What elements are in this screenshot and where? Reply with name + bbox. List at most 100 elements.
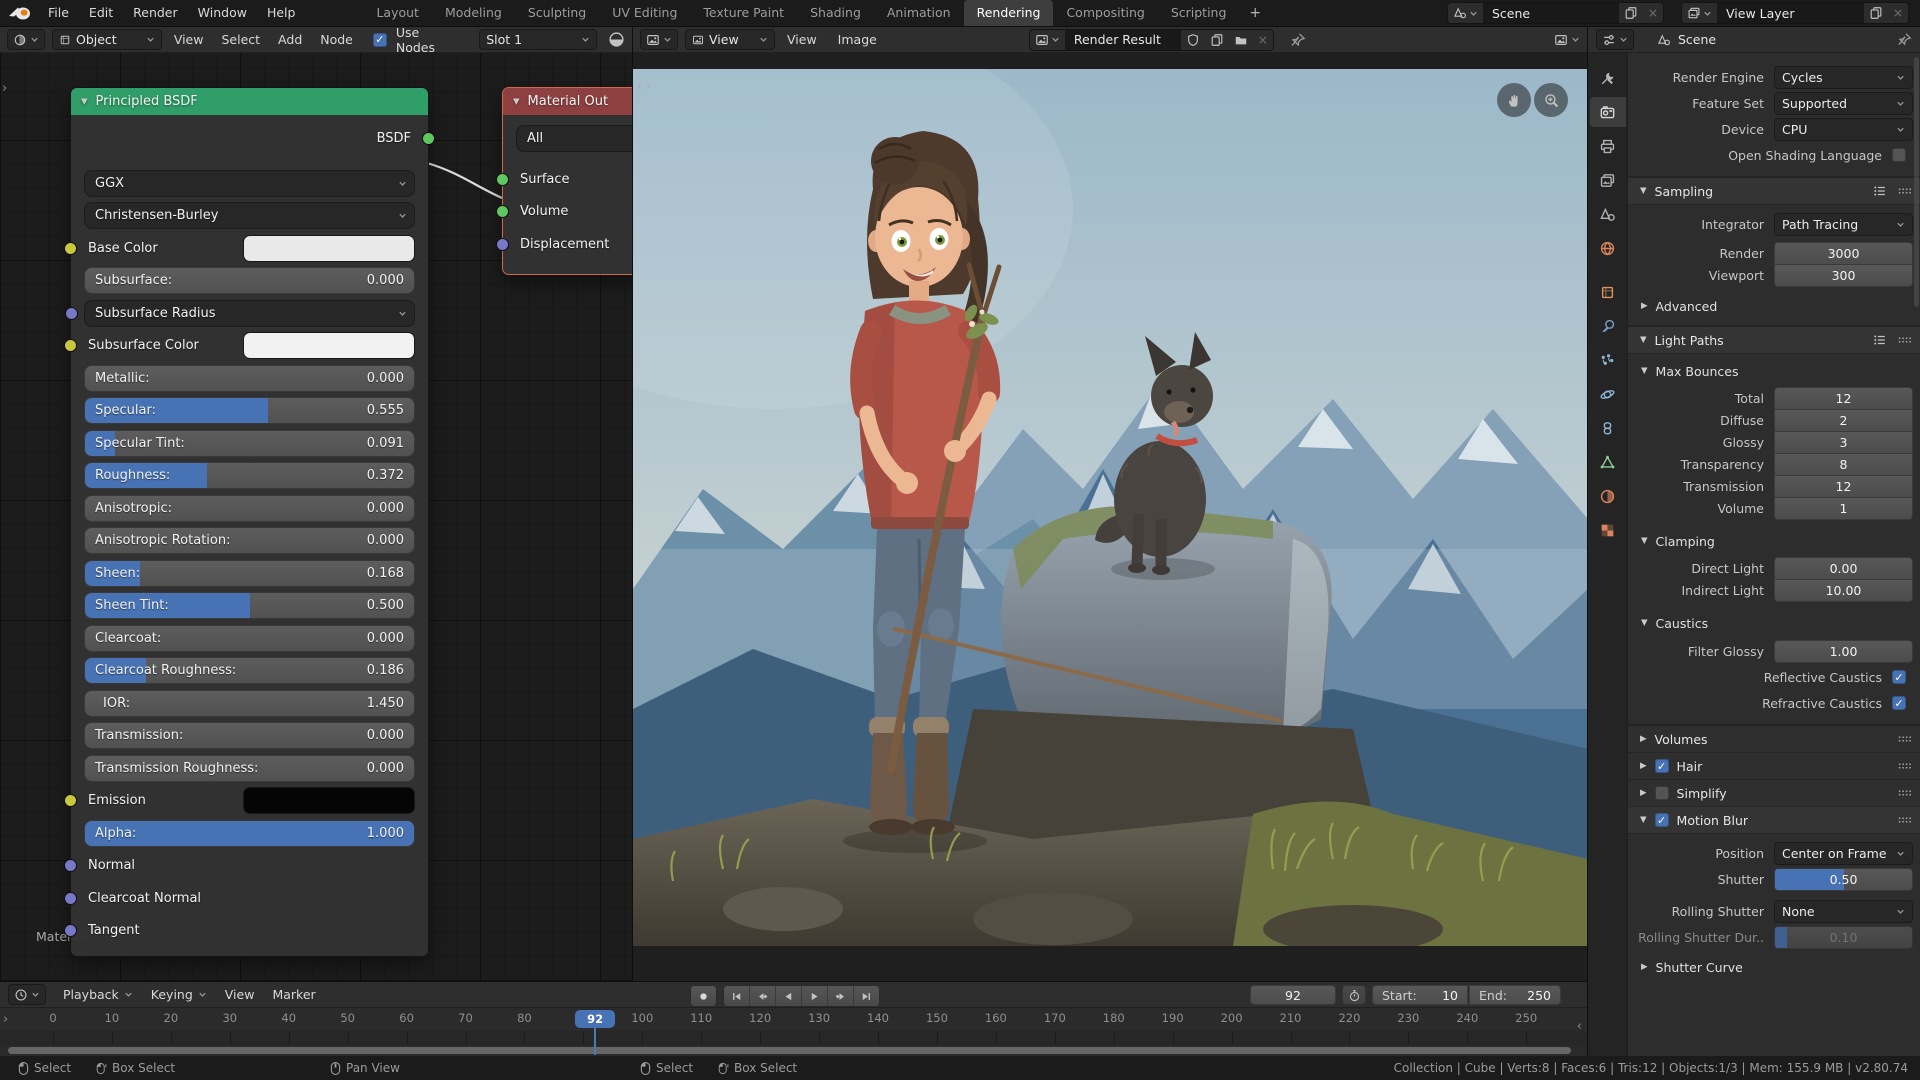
timeline-scrollbar[interactable] [8,1047,1571,1054]
node-output-bsdf[interactable]: BSDF [84,125,415,152]
grip-icon[interactable] [1897,759,1911,773]
slot-dropdown[interactable]: Slot 1 [479,29,597,50]
node-input-christensen-burley[interactable]: Christensen-Burley [84,202,415,229]
preset-icon[interactable] [1873,184,1887,198]
view-layer-name[interactable]: View Layer [1717,3,1864,23]
properties-tab-viewlayer[interactable] [1590,165,1626,195]
feature-set-dropdown[interactable]: Supported [1774,92,1913,115]
max-bounces-subpanel[interactable]: ▼Max Bounces [1628,359,1920,383]
scene-selector[interactable]: Scene × [1447,2,1664,24]
socket-volume[interactable] [496,205,509,218]
reflective-caustics-checkbox[interactable]: ✓ [1892,670,1906,684]
socket-subsurface-radius[interactable] [65,307,78,320]
image-browse-button[interactable] [1030,30,1065,50]
new-image-button[interactable] [1205,30,1229,50]
frame-end-field[interactable]: End:250 [1469,985,1561,1005]
node-input-specular-tint[interactable]: Specular Tint:0.091 [84,430,415,457]
properties-tab-texture[interactable] [1590,515,1626,545]
material-preview-icon[interactable] [608,31,625,48]
node-principled-bsdf[interactable]: ▼ Principled BSDF BSDF GGXChristensen-Bu… [70,87,429,957]
collapse-triangle-icon[interactable]: ▼ [81,97,88,107]
scene-unlink-button[interactable]: × [1643,3,1663,23]
menu-file[interactable]: File [38,0,79,26]
fake-user-button[interactable] [1181,30,1205,50]
clamping-subpanel[interactable]: ▼Clamping [1628,529,1920,553]
clamping-indirect-light-field[interactable]: 10.00 [1774,579,1913,602]
node-material-output[interactable]: ▼ Material Out All SurfaceVolumeDisplace… [502,87,632,275]
color-swatch[interactable] [243,235,415,262]
node-input-metallic[interactable]: Metallic:0.000 [84,365,415,392]
menu-image[interactable]: Image [829,32,886,47]
menu-view[interactable]: View [778,32,826,47]
workspace-tab-modeling[interactable]: Modeling [432,0,515,26]
menu-node[interactable]: Node [311,32,362,47]
workspace-tab-shading[interactable]: Shading [797,0,874,26]
playback-keyprev-button[interactable] [750,986,776,1006]
max-bounces-transparency-field[interactable]: 8 [1774,453,1913,476]
scene-copy-button[interactable] [1619,3,1643,23]
max-bounces-volume-field[interactable]: 1 [1774,497,1913,520]
osl-checkbox[interactable] [1892,148,1906,162]
playhead-badge[interactable]: 92 [575,1010,615,1028]
menu-add[interactable]: Add [269,32,311,47]
menu-marker[interactable]: Marker [263,987,324,1002]
integrator-dropdown[interactable]: Path Tracing [1774,213,1913,236]
grip-icon[interactable] [1897,333,1911,347]
node-input-sheen-tint[interactable]: Sheen Tint:0.500 [84,592,415,619]
playback-keynext-button[interactable] [828,986,854,1006]
max-bounces-transmission-field[interactable]: 12 [1774,475,1913,498]
zoom-gizmo[interactable] [1534,83,1568,117]
hair-checkbox[interactable]: ✓ [1655,759,1669,773]
properties-tab-output[interactable] [1590,131,1626,161]
properties-tab-object[interactable] [1590,277,1626,307]
pin-icon[interactable] [1897,32,1912,47]
socket-surface[interactable] [496,173,509,186]
socket-emission[interactable] [64,794,77,807]
node-input-transmission[interactable]: Transmission:0.000 [84,722,415,749]
socket-base-color[interactable] [64,242,77,255]
rolling-shutter-dur-slider[interactable]: 0.10 [1774,926,1913,949]
node-input-displacement[interactable]: Displacement [516,231,632,258]
samples-viewport-field[interactable]: 300 [1774,264,1913,287]
workspace-tab-animation[interactable]: Animation [874,0,964,26]
socket-displacement[interactable] [496,238,509,251]
properties-tab-world[interactable] [1590,233,1626,263]
editor-type-button[interactable] [1596,29,1634,50]
node-input-ggx[interactable]: GGX [84,170,415,197]
add-workspace-button[interactable]: + [1239,0,1271,26]
view-layer-browse-button[interactable] [1682,3,1717,23]
socket-tangent[interactable] [64,924,77,937]
properties-tab-render[interactable] [1590,97,1626,127]
workspace-tab-scripting[interactable]: Scripting [1158,0,1240,26]
menu-window[interactable]: Window [188,0,257,26]
grip-icon[interactable] [1897,732,1911,746]
scrollbar[interactable] [1914,57,1919,307]
menu-playback[interactable]: Playback [54,987,142,1002]
properties-tab-constraints[interactable] [1590,413,1626,443]
node-input-subsurface-color[interactable]: Subsurface Color [84,332,415,359]
unlink-image-button[interactable]: × [1253,30,1273,50]
image-name[interactable]: Render Result [1065,30,1181,50]
menu-help[interactable]: Help [257,0,306,26]
playback-playrev-button[interactable] [776,986,802,1006]
editor-type-button[interactable] [640,29,678,50]
grip-icon[interactable] [1897,184,1911,198]
display-channels-dropdown[interactable] [1554,33,1580,47]
scene-name[interactable]: Scene [1483,3,1619,23]
properties-tab-data[interactable] [1590,447,1626,477]
use-nodes-checkbox[interactable]: ✓ [373,33,387,47]
timeline-ruler[interactable]: 92 0102030405060708090100110120130140150… [0,1008,1587,1032]
shutter-curve-subpanel[interactable]: ▶Shutter Curve [1628,955,1920,979]
playhead-line[interactable] [594,1028,596,1055]
node-input-anisotropic[interactable]: Anisotropic:0.000 [84,495,415,522]
node-input-normal[interactable]: Normal [84,852,415,879]
pan-gizmo[interactable] [1497,83,1531,117]
node-input-roughness[interactable]: Roughness:0.372 [84,462,415,489]
current-frame-field[interactable]: 92 [1250,985,1336,1005]
section-hair[interactable]: ▶✓ Hair [1628,753,1920,780]
refractive-caustics-checkbox[interactable]: ✓ [1892,696,1906,710]
node-input-base-color[interactable]: Base Color [84,235,415,262]
menu-edit[interactable]: Edit [79,0,123,26]
record-button[interactable] [690,985,717,1007]
timeline-track[interactable] [0,1031,1587,1045]
